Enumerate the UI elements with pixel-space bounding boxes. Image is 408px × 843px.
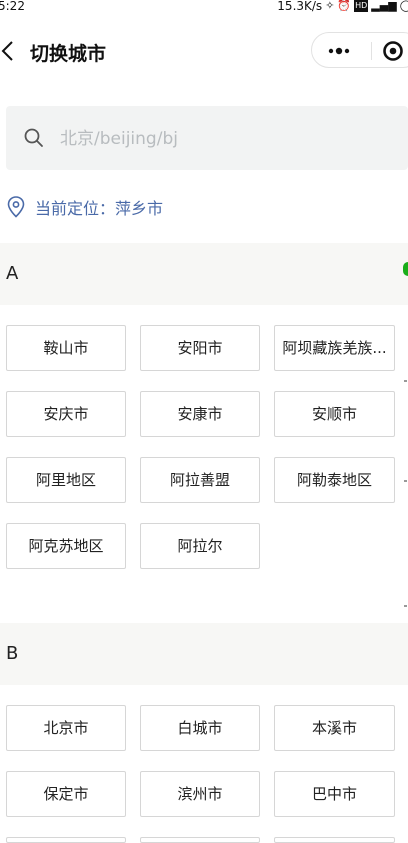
city-button[interactable]: 保定市 [6,771,126,817]
city-button[interactable]: 阿拉善盟 [140,457,260,503]
more-dots-icon [328,47,350,55]
network-speed: 15.3K/s [277,0,323,13]
mute-icon: ✧ [325,0,335,12]
chevron-left-icon [1,41,13,61]
city-button[interactable]: 安康市 [140,391,260,437]
nav-bar: 切换城市 [0,22,408,80]
battery-icon: ◯ [399,0,408,12]
city-button[interactable]: 阿里地区 [6,457,126,503]
status-time: 5:22 [0,0,25,13]
current-location-label: 当前定位：萍乡市 [35,199,164,218]
status-icons: 15.3K/s ✧ ⏰ HD ▂▄▆ ◯ [277,0,408,12]
close-mini-program-button[interactable] [382,40,404,62]
capsule-divider [371,42,372,60]
city-button[interactable]: 阿勒泰地区 [274,457,395,503]
city-button[interactable]: 本溪市 [274,705,395,751]
search-box [6,106,408,170]
city-button-partial[interactable] [6,837,126,843]
city-button[interactable]: 阿克苏地区 [6,523,126,569]
status-bar: 5:22 15.3K/s ✧ ⏰ HD ▂▄▆ ◯ [0,0,408,14]
more-button[interactable] [326,41,354,61]
alarm-icon: ⏰ [337,0,352,12]
back-button[interactable] [0,36,24,66]
city-button[interactable]: 安阳市 [140,325,260,371]
city-button-partial[interactable] [140,837,260,843]
city-button[interactable]: 阿坝藏族羌族... [274,325,395,371]
scroll-edge-mark [404,380,407,382]
city-button-partial[interactable] [274,837,395,843]
current-location[interactable]: 当前定位：萍乡市 [6,194,163,220]
city-button[interactable]: 巴中市 [274,771,395,817]
page-title: 切换城市 [30,43,107,65]
city-button[interactable]: 北京市 [6,705,126,751]
search-icon [24,128,43,147]
mini-program-capsule [311,32,408,68]
section-header-b: B [0,623,408,685]
search-input[interactable] [58,124,382,154]
index-indicator-dot [403,262,408,276]
target-circle-icon [383,41,403,61]
city-button[interactable]: 安庆市 [6,391,126,437]
city-button[interactable]: 鞍山市 [6,325,126,371]
city-button[interactable]: 白城市 [140,705,260,751]
location-pin-icon [7,196,25,218]
city-button[interactable]: 滨州市 [140,771,260,817]
section-letter: A [6,263,19,284]
hd-icon: HD [354,0,369,12]
scroll-edge-mark [404,605,407,607]
scroll-edge-mark [404,480,407,482]
city-button[interactable]: 安顺市 [274,391,395,437]
section-header-a: A [0,243,408,305]
section-letter: B [6,643,19,664]
city-button[interactable]: 阿拉尔 [140,523,260,569]
signal-icon: ▂▄▆ [371,0,397,12]
